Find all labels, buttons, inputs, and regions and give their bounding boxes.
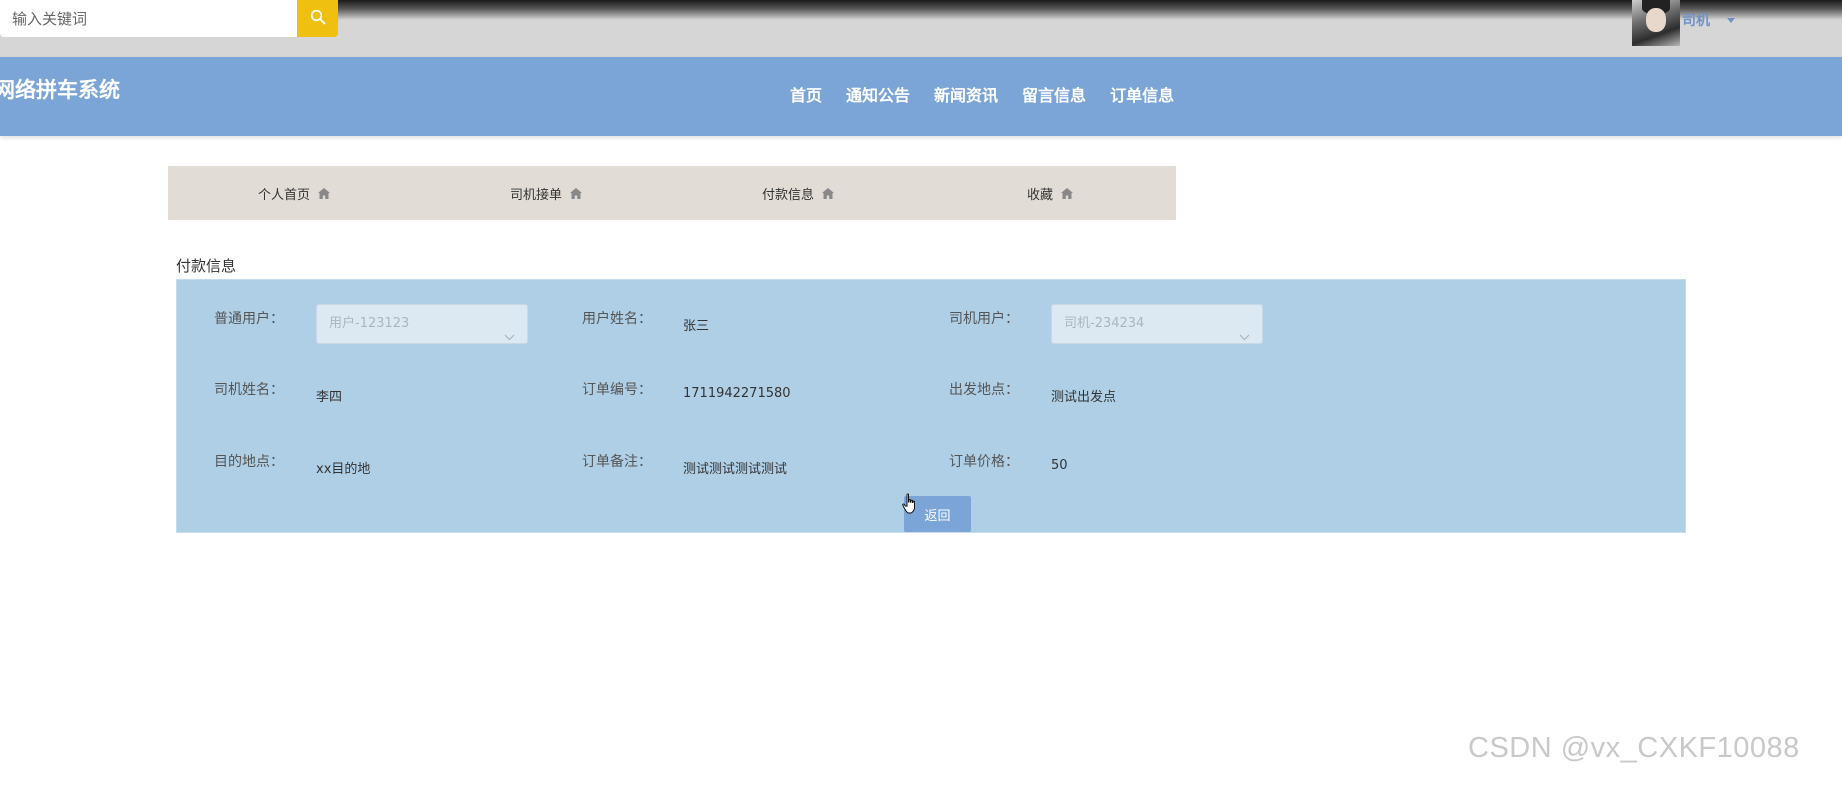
avatar[interactable]: [1632, 0, 1680, 46]
normal-user-value: 用户-123123: [329, 316, 410, 331]
site-title: 网络拼车系统: [0, 78, 120, 102]
driver-user-label: 司机用户：: [949, 311, 1019, 327]
search-button[interactable]: [297, 0, 338, 37]
order-no-label: 订单编号：: [582, 382, 652, 398]
nav-menu: 首页 通知公告 新闻资讯 留言信息 订单信息: [790, 82, 1198, 106]
tab-driver-orders[interactable]: 司机接单: [420, 166, 672, 220]
home-icon: [822, 187, 834, 199]
departure-value: 测试出发点: [1051, 390, 1117, 405]
destination-label: 目的地点：: [214, 454, 284, 470]
nav-item-messages[interactable]: 留言信息: [1022, 82, 1086, 106]
hand-cursor-icon: [902, 493, 918, 519]
user-name[interactable]: 司机: [1682, 10, 1710, 30]
tab-label: 收藏: [1026, 187, 1053, 203]
remark-value: 测试测试测试测试: [683, 462, 788, 477]
tab-label: 司机接单: [509, 187, 562, 203]
driver-name-value: 李四: [316, 390, 343, 405]
nav-item-orders[interactable]: 订单信息: [1110, 82, 1174, 106]
chevron-down-icon[interactable]: [1727, 18, 1735, 23]
chevron-down-icon: [504, 319, 515, 357]
tab-favorites[interactable]: 收藏: [924, 166, 1176, 220]
normal-user-label: 普通用户：: [214, 311, 284, 327]
nav-item-news[interactable]: 新闻资讯: [934, 82, 998, 106]
tab-payment-info[interactable]: 付款信息: [672, 166, 924, 220]
normal-user-select[interactable]: 用户-123123: [316, 304, 528, 344]
home-icon: [1061, 187, 1073, 199]
nav-item-notices[interactable]: 通知公告: [846, 82, 910, 106]
order-no-value: 1711942271580: [683, 386, 791, 401]
search-icon: [310, 9, 326, 29]
home-icon: [570, 187, 582, 199]
driver-user-select[interactable]: 司机-234234: [1051, 304, 1263, 344]
section-title: 付款信息: [176, 257, 237, 275]
driver-user-value: 司机-234234: [1064, 316, 1145, 331]
user-name-label: 用户姓名：: [582, 311, 652, 327]
remark-label: 订单备注：: [582, 454, 652, 470]
payment-detail-form: 普通用户： 用户-123123 用户姓名： 张三 司机用户： 司机-234234…: [176, 279, 1686, 533]
destination-value: xx目的地: [316, 462, 371, 477]
price-label: 订单价格：: [949, 454, 1019, 470]
nav-item-home[interactable]: 首页: [790, 82, 822, 106]
home-icon: [318, 187, 330, 199]
sub-tabs: 个人首页 司机接单 付款信息 收藏: [168, 166, 1176, 220]
chevron-down-icon: [1239, 319, 1250, 357]
search-input[interactable]: [0, 0, 297, 37]
departure-label: 出发地点：: [949, 382, 1019, 398]
price-value: 50: [1051, 458, 1068, 473]
user-name-value: 张三: [683, 319, 710, 334]
tab-personal-home[interactable]: 个人首页: [168, 166, 420, 220]
watermark: CSDN @vx_CXKF10088: [1468, 732, 1800, 764]
driver-name-label: 司机姓名：: [214, 382, 284, 398]
navbar: 网络拼车系统 首页 通知公告 新闻资讯 留言信息 订单信息: [0, 57, 1842, 136]
tab-label: 个人首页: [257, 187, 310, 203]
tab-label: 付款信息: [761, 187, 814, 203]
